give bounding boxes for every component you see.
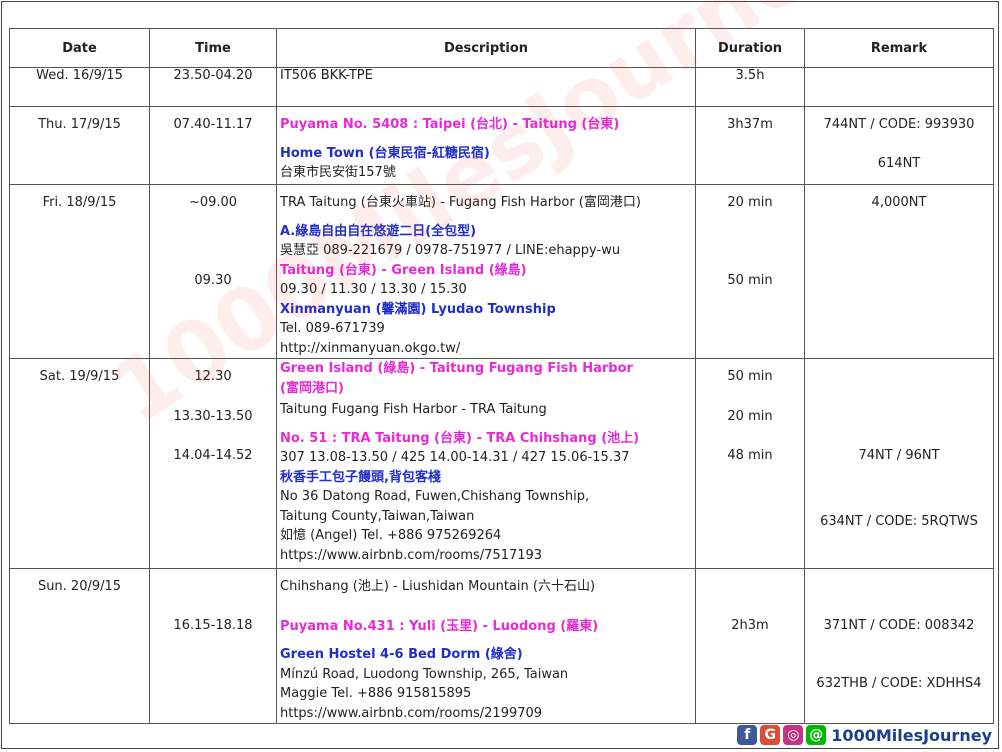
- remark-cell: [804, 67, 994, 107]
- date-cell: Sat. 19/9/15: [9, 358, 150, 569]
- itinerary-row: Sun. 20/9/15 16.15-18.18 Chihshang (池上) …: [9, 568, 994, 724]
- facebook-icon[interactable]: f: [737, 725, 758, 745]
- duration-cell: 2h3m: [695, 568, 805, 724]
- time-cell: ~09.00 09.30: [149, 184, 277, 359]
- instagram-icon[interactable]: ◎: [783, 725, 804, 745]
- header-row: Date Time Description Duration Remark: [9, 28, 994, 68]
- brand-name: 1000MilesJourney: [831, 725, 992, 745]
- itinerary-row: Thu. 17/9/15 07.40-11.17 Puyama No. 5408…: [9, 106, 994, 185]
- description-cell: Green Island (綠島) - Taitung Fugang Fish …: [276, 358, 696, 569]
- itinerary-row: Wed. 16/9/15 23.50-04.20 IT506 BKK-TPE 3…: [9, 67, 994, 107]
- date-cell: Wed. 16/9/15: [9, 67, 150, 107]
- description-cell: TRA Taitung (台東火車站) - Fugang Fish Harbor…: [276, 184, 696, 359]
- remark-cell: 744NT / CODE: 993930 614NT: [804, 106, 994, 185]
- itinerary-table: Date Time Description Duration Remark We…: [9, 28, 994, 724]
- time-cell: 12.30 13.30-13.50 14.04-14.52: [149, 358, 277, 569]
- time-cell: 16.15-18.18: [149, 568, 277, 724]
- line-icon[interactable]: @: [806, 725, 827, 745]
- header-time: Time: [149, 28, 277, 68]
- duration-cell: 3.5h: [695, 67, 805, 107]
- address-line: 台東市民安街157號: [280, 165, 396, 180]
- date-cell: Sun. 20/9/15: [9, 568, 150, 724]
- social-footer: f G ◎ @ 1000MilesJourney: [737, 722, 992, 748]
- remark-cell: 371NT / CODE: 008342 632THB / CODE: XDHH…: [804, 568, 994, 724]
- itinerary-row: Fri. 18/9/15 ~09.00 09.30 TRA Taitung (台…: [9, 184, 994, 359]
- header-date: Date: [9, 28, 150, 68]
- description-cell: IT506 BKK-TPE: [276, 67, 696, 107]
- remark-cell: 4,000NT: [804, 184, 994, 359]
- transport-line: Puyama No. 5408 : Taipei (台北) - Taitung …: [280, 117, 620, 132]
- google-plus-icon[interactable]: G: [760, 725, 781, 745]
- accommodation-name: Home Town (台東民宿-紅糖民宿): [280, 145, 490, 161]
- duration-cell: 3h37m: [695, 106, 805, 185]
- duration-cell: 20 min 50 min: [695, 184, 805, 359]
- header-duration: Duration: [695, 28, 805, 68]
- date-cell: Thu. 17/9/15: [9, 106, 150, 185]
- date-cell: Fri. 18/9/15: [9, 184, 150, 359]
- website-link[interactable]: https://www.airbnb.com/rooms/2199709: [280, 704, 695, 724]
- description-cell: Chihshang (池上) - Liushidan Mountain (六十石…: [276, 568, 696, 724]
- header-description: Description: [276, 28, 696, 68]
- remark-cell: 74NT / 96NT 634NT / CODE: 5RQTWS: [804, 358, 994, 569]
- header-remark: Remark: [804, 28, 994, 68]
- time-cell: 23.50-04.20: [149, 67, 277, 107]
- website-link[interactable]: https://www.airbnb.com/rooms/7517193: [280, 546, 695, 566]
- description-cell: Puyama No. 5408 : Taipei (台北) - Taitung …: [276, 106, 696, 185]
- duration-cell: 50 min 20 min 48 min: [695, 358, 805, 569]
- time-cell: 07.40-11.17: [149, 106, 277, 185]
- website-link[interactable]: http://xinmanyuan.okgo.tw/: [280, 339, 695, 359]
- itinerary-row: Sat. 19/9/15 12.30 13.30-13.50 14.04-14.…: [9, 358, 994, 569]
